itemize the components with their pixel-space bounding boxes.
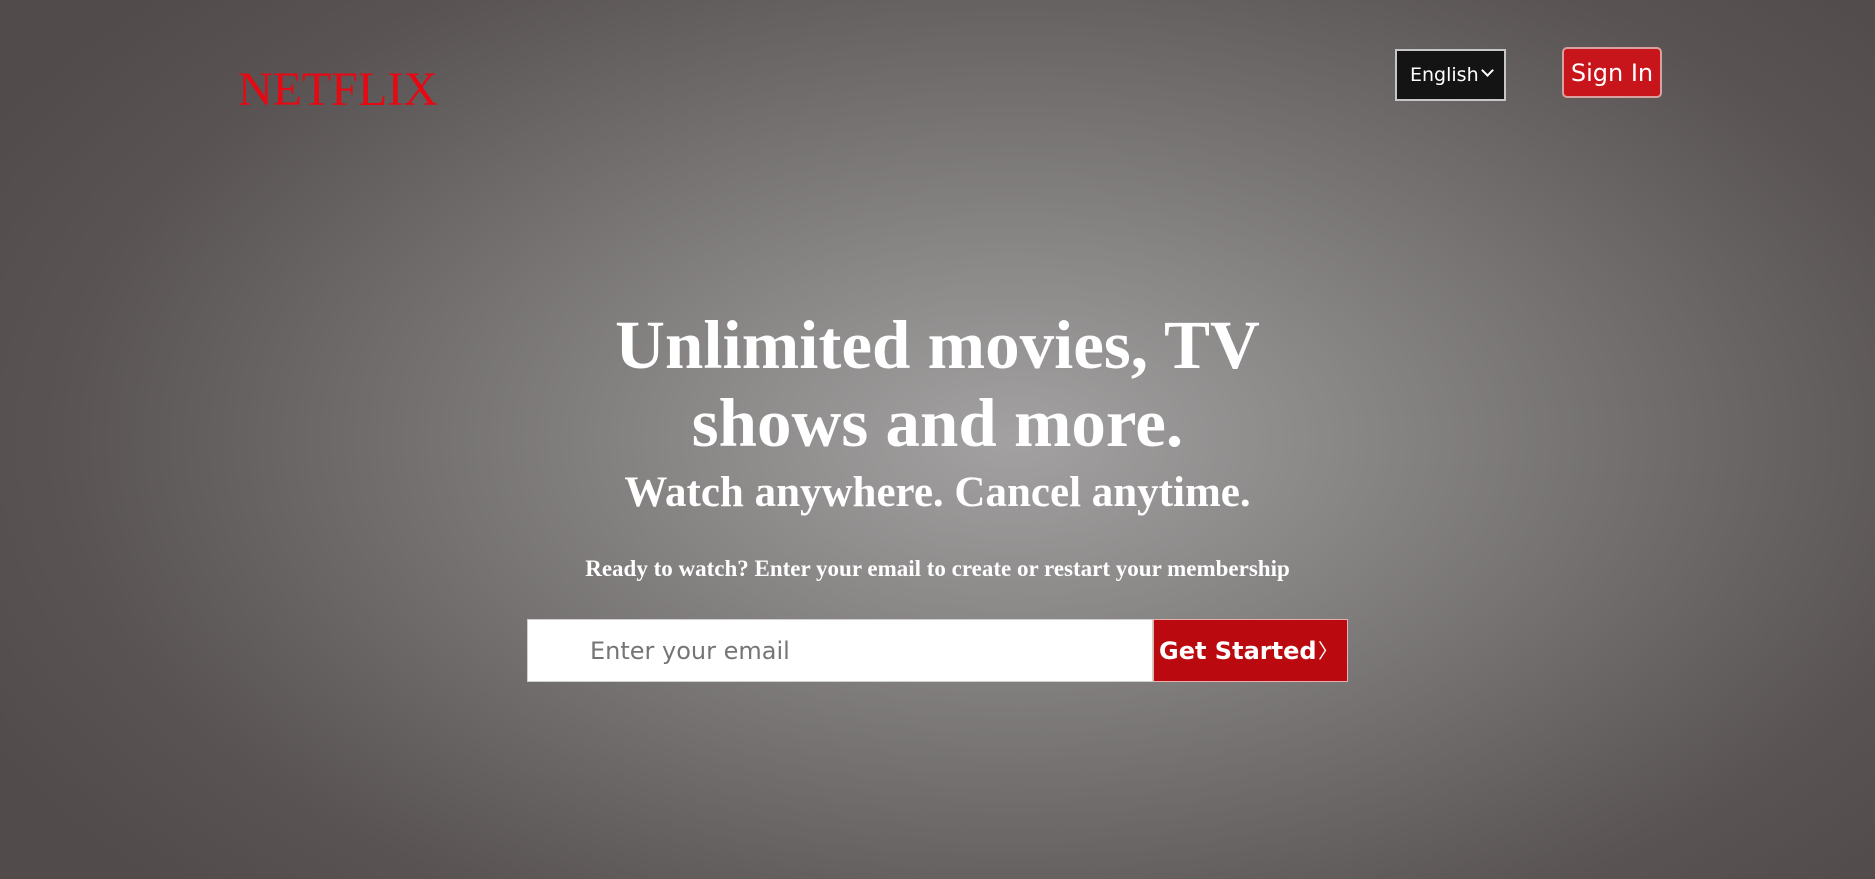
netflix-logo[interactable]: NETFLIX xyxy=(238,62,438,118)
membership-prompt: Ready to watch? Enter your email to crea… xyxy=(585,556,1290,581)
get-started-label: Get Started xyxy=(1159,636,1317,665)
email-input[interactable] xyxy=(527,619,1153,682)
language-select[interactable]: English xyxy=(1395,49,1506,101)
hero-subheading: Watch anywhere. Cancel anytime. xyxy=(624,469,1251,516)
hero-headline: Unlimited movies, TV shows and more. xyxy=(0,306,1875,462)
sign-in-button[interactable]: Sign In xyxy=(1562,47,1662,98)
chevron-down-icon xyxy=(1481,64,1494,77)
chevron-right-icon: 〉 xyxy=(1318,639,1338,663)
get-started-button[interactable]: Get Started 〉 xyxy=(1153,619,1348,682)
hero-headline-line-1: Unlimited movies, TV xyxy=(615,307,1260,383)
hero-headline-line-2: shows and more. xyxy=(691,385,1184,461)
email-signup-form: Get Started 〉 xyxy=(527,619,1348,682)
language-select-value: English xyxy=(1410,64,1479,86)
